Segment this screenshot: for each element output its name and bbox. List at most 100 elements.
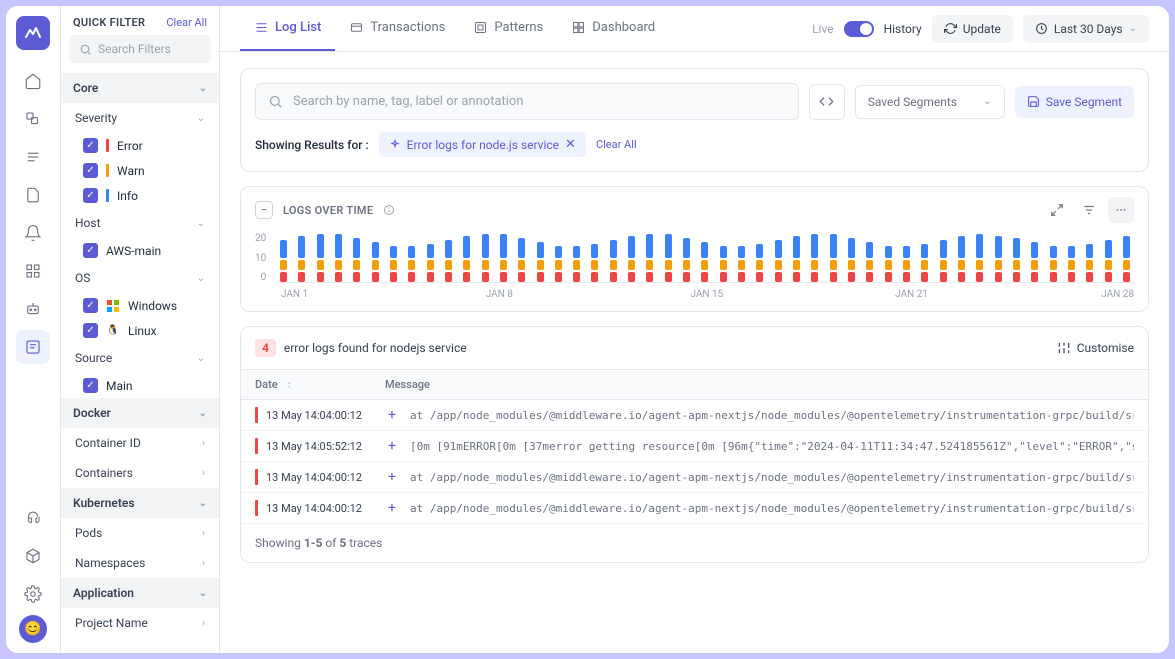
nav-home-icon[interactable]	[16, 64, 50, 98]
search-card: Search by name, tag, label or annotation…	[240, 68, 1149, 172]
log-row[interactable]: 13 May 14:04:00:12+at /app/node_modules/…	[241, 400, 1148, 431]
error-count-badge: 4	[255, 339, 276, 357]
severity-indicator	[106, 139, 109, 152]
live-label: Live	[812, 22, 833, 36]
close-icon[interactable]: ✕	[565, 137, 576, 152]
col-message[interactable]: Message	[385, 378, 1134, 391]
avatar[interactable]: 😊	[19, 615, 47, 643]
chevron-right-icon: ›	[202, 528, 205, 539]
expand-row[interactable]: +	[388, 500, 396, 516]
filter-chip[interactable]: Error logs for node.js service ✕	[379, 132, 586, 157]
log-row[interactable]: 13 May 14:05:52:12+[0m [91mERROR[0m [37m…	[241, 431, 1148, 462]
log-message: at /app/node_modules/@middleware.io/agen…	[410, 409, 1134, 422]
docker-containers[interactable]: Containers›	[61, 458, 219, 488]
section-k8s[interactable]: Kubernetes⌄	[61, 488, 219, 518]
nav-logs-icon[interactable]	[16, 330, 50, 364]
severity-bar	[255, 407, 258, 423]
sub-os[interactable]: OS⌄	[61, 263, 219, 293]
log-message: [0m [91mERROR[0m [37merror getting resou…	[410, 440, 1134, 453]
code-icon	[819, 94, 834, 109]
sub-host[interactable]: Host⌄	[61, 208, 219, 238]
sort-icon[interactable]	[284, 380, 294, 390]
tab-patterns[interactable]: Patterns	[459, 6, 557, 51]
severity-indicator	[106, 164, 109, 177]
tab-dashboard[interactable]: Dashboard	[557, 6, 669, 51]
nav-list-icon[interactable]	[16, 140, 50, 174]
nav-settings-icon[interactable]	[16, 577, 50, 611]
chevron-down-icon: ⌄	[197, 273, 205, 284]
more-button[interactable]	[1108, 197, 1134, 223]
chevron-down-icon: ⌄	[199, 588, 207, 599]
tab-loglist[interactable]: Log List	[240, 6, 335, 51]
filter-windows[interactable]: ✓Windows	[61, 293, 219, 318]
filter-aws[interactable]: ✓AWS-main	[61, 238, 219, 263]
clear-all-link[interactable]: Clear All	[166, 16, 207, 29]
info-icon	[383, 204, 395, 216]
filter-main[interactable]: ✓Main	[61, 373, 219, 398]
code-button[interactable]	[809, 84, 845, 120]
k8s-pods[interactable]: Pods›	[61, 518, 219, 548]
log-message: at /app/node_modules/@middleware.io/agen…	[410, 502, 1134, 515]
nav-grid-icon[interactable]	[16, 254, 50, 288]
severity-bar	[255, 500, 258, 516]
log-summary: error logs found for nodejs service	[284, 341, 467, 355]
nav-support-icon[interactable]	[16, 501, 50, 535]
filter-info[interactable]: ✓Info	[61, 183, 219, 208]
update-button[interactable]: Update	[932, 15, 1013, 43]
save-segment-button[interactable]: Save Segment	[1015, 86, 1134, 118]
collapse-button[interactable]: −	[255, 201, 273, 219]
col-date[interactable]: Date	[255, 378, 278, 391]
filter-button[interactable]	[1076, 197, 1102, 223]
customize-button[interactable]: Customise	[1057, 341, 1134, 355]
daterange-button[interactable]: Last 30 Days⌄	[1023, 15, 1149, 43]
log-row[interactable]: 13 May 14:04:00:12+at /app/node_modules/…	[241, 462, 1148, 493]
expand-icon	[1050, 203, 1064, 217]
saved-segments-select[interactable]: Saved Segments⌄	[855, 85, 1005, 119]
checkbox-icon: ✓	[83, 138, 98, 153]
section-app[interactable]: Application⌄	[61, 578, 219, 608]
app-project[interactable]: Project Name›	[61, 608, 219, 638]
expand-row[interactable]: +	[388, 438, 396, 454]
filter-error[interactable]: ✓Error	[61, 133, 219, 158]
expand-button[interactable]	[1044, 197, 1070, 223]
nav-package-icon[interactable]	[16, 539, 50, 573]
live-toggle[interactable]	[844, 21, 874, 37]
filter-search[interactable]: Search Filters	[69, 35, 211, 63]
sub-severity[interactable]: Severity⌄	[61, 103, 219, 133]
chart-bars	[276, 233, 1134, 283]
docker-cid[interactable]: Container ID›	[61, 428, 219, 458]
chevron-right-icon: ›	[202, 468, 205, 479]
expand-row[interactable]: +	[388, 407, 396, 423]
chevron-down-icon: ⌄	[199, 498, 207, 509]
nav-robot-icon[interactable]	[16, 292, 50, 326]
section-docker[interactable]: Docker⌄	[61, 398, 219, 428]
chevron-right-icon: ›	[202, 558, 205, 569]
patterns-icon	[473, 20, 488, 35]
filter-title: QUICK FILTER	[73, 16, 145, 29]
log-row[interactable]: 13 May 14:04:00:12+at /app/node_modules/…	[241, 493, 1148, 524]
sub-source[interactable]: Source⌄	[61, 343, 219, 373]
save-icon	[1027, 95, 1040, 108]
chevron-down-icon: ⌄	[1129, 23, 1137, 34]
tab-transactions[interactable]: Transactions	[335, 6, 459, 51]
nav-bell-icon[interactable]	[16, 216, 50, 250]
chevron-down-icon: ⌄	[983, 96, 991, 107]
section-core[interactable]: Core⌄	[61, 73, 219, 103]
nav-file-icon[interactable]	[16, 178, 50, 212]
checkbox-icon: ✓	[83, 378, 98, 393]
filter-linux[interactable]: ✓🐧Linux	[61, 318, 219, 343]
main-search[interactable]: Search by name, tag, label or annotation	[255, 83, 799, 120]
chevron-down-icon: ⌄	[197, 113, 205, 124]
x-axis: JAN 1 JAN 8 JAN 15 JAN 21 JAN 28	[281, 289, 1134, 303]
expand-row[interactable]: +	[388, 469, 396, 485]
nav-layers-icon[interactable]	[16, 102, 50, 136]
k8s-ns[interactable]: Namespaces›	[61, 548, 219, 578]
checkbox-icon: ✓	[83, 163, 98, 178]
chevron-down-icon: ⌄	[199, 83, 207, 94]
filter-warn[interactable]: ✓Warn	[61, 158, 219, 183]
y-axis: 20100	[255, 233, 270, 283]
sliders-icon	[1057, 341, 1071, 355]
clear-results[interactable]: Clear All	[596, 138, 637, 151]
nav-rail: 😊	[6, 6, 61, 653]
linux-icon: 🐧	[106, 324, 120, 338]
